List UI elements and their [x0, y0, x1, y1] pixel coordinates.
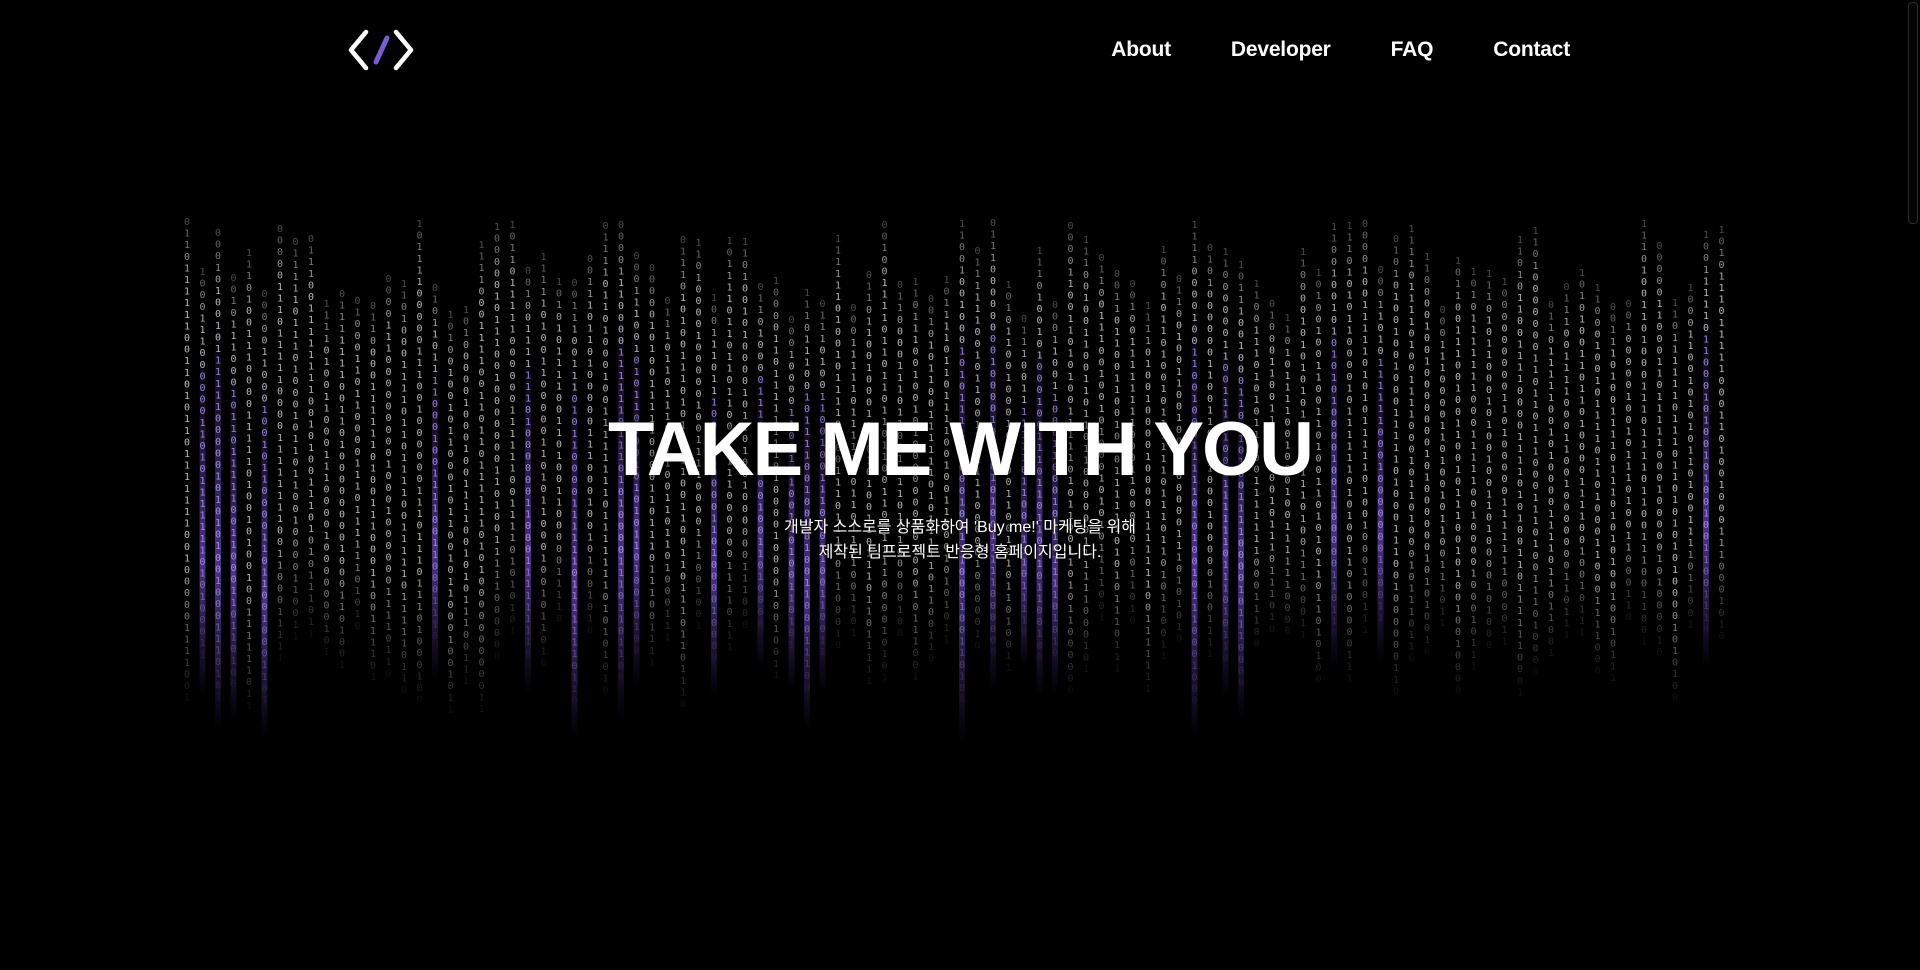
- hero-subtitle: 개발자 스스로를 상품화하여 'Buy me!' 마케팅을 위해 제작된 팀프로…: [0, 515, 1920, 565]
- hero-title: TAKE ME WITH YOU: [607, 407, 1314, 492]
- hero-subtitle-line-1: 개발자 스스로를 상품화하여 'Buy me!' 마케팅을 위해: [784, 519, 1136, 536]
- nav-link-faq[interactable]: FAQ: [1391, 36, 1434, 64]
- code-logo[interactable]: [348, 28, 414, 72]
- scrollbar-thumb[interactable]: [1908, 2, 1918, 224]
- main-nav: About Developer FAQ Contact: [1111, 36, 1570, 64]
- nav-link-about[interactable]: About: [1111, 36, 1171, 64]
- page-scrollbar[interactable]: [1906, 0, 1920, 970]
- page: 0110111111001101011011111110010000011110…: [0, 0, 1920, 970]
- nav-link-developer[interactable]: Developer: [1231, 36, 1331, 64]
- site-header: About Developer FAQ Contact: [0, 0, 1920, 100]
- code-brackets-icon: [348, 29, 414, 71]
- nav-link-contact[interactable]: Contact: [1493, 36, 1570, 64]
- hero-subtitle-line-2: 제작된 팀프로젝트 반응형 홈페이지입니다.: [818, 544, 1102, 561]
- hero-section: TAKE ME WITH YOU 개발자 스스로를 상품화하여 'Buy me!…: [0, 405, 1920, 565]
